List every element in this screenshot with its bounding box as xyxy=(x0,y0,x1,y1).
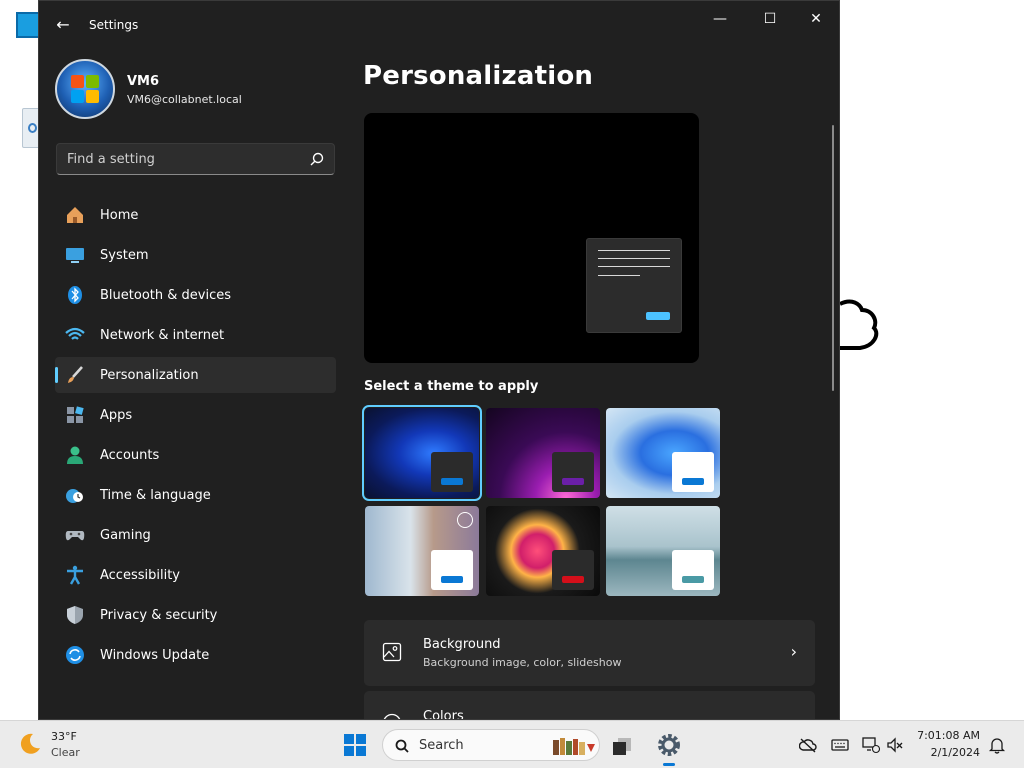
sidebar-item-label: Network & internet xyxy=(100,327,225,343)
sidebar-item-label: Home xyxy=(100,207,139,223)
bluetooth-icon xyxy=(68,286,82,304)
moon-icon[interactable] xyxy=(18,732,42,756)
windows-logo-icon xyxy=(71,75,99,103)
clock-date[interactable]: 2/1/2024 xyxy=(916,746,980,759)
task-view-button[interactable] xyxy=(606,729,638,761)
taskbar-settings-app[interactable] xyxy=(653,729,685,766)
keyboard-icon[interactable] xyxy=(831,736,849,754)
sidebar-item-gaming[interactable]: Gaming xyxy=(55,517,336,553)
page-title: Personalization xyxy=(363,61,594,91)
close-button[interactable]: ✕ xyxy=(793,5,839,33)
sidebar-item-time-language[interactable]: Time & language xyxy=(55,477,336,513)
search-highlight-books-icon xyxy=(553,738,595,755)
theme-windows-dark[interactable] xyxy=(362,405,482,501)
background-setting-card[interactable]: Background Background image, color, slid… xyxy=(364,620,815,686)
card-title: Colors xyxy=(423,709,464,720)
sidebar-nav: Home System Bluetooth & devices Network … xyxy=(55,197,336,677)
shield-icon xyxy=(67,606,83,624)
weather-temperature[interactable]: 33°F xyxy=(51,730,77,743)
sidebar-item-label: Accessibility xyxy=(100,567,180,583)
card-subtitle: Background image, color, slideshow xyxy=(423,656,622,669)
weather-condition[interactable]: Clear xyxy=(51,746,80,759)
search-icon[interactable] xyxy=(310,152,324,166)
themes-heading: Select a theme to apply xyxy=(364,379,539,394)
sidebar-item-network[interactable]: Network & internet xyxy=(55,317,336,353)
title-bar: ← Settings — ☐ ✕ xyxy=(39,1,839,49)
theme-flow[interactable] xyxy=(606,506,720,596)
sidebar-item-label: Accounts xyxy=(100,447,160,463)
sidebar-item-accessibility[interactable]: Accessibility xyxy=(55,557,336,593)
user-email: VM6@collabnet.local xyxy=(127,93,242,106)
sidebar-item-label: Privacy & security xyxy=(100,607,218,623)
person-icon xyxy=(67,446,83,464)
desktop-wallpaper-shape xyxy=(839,299,879,350)
card-title: Background xyxy=(423,637,501,652)
user-name: VM6 xyxy=(127,74,160,89)
colors-setting-card[interactable]: Colors xyxy=(364,691,815,720)
search-icon xyxy=(395,739,409,753)
notification-bell-icon[interactable] xyxy=(988,736,1006,754)
search-input[interactable] xyxy=(57,144,297,174)
slideshow-icon xyxy=(457,512,473,528)
theme-windows-light[interactable] xyxy=(606,408,720,498)
avatar[interactable] xyxy=(55,59,115,119)
gear-icon xyxy=(658,734,680,756)
sidebar-item-system[interactable]: System xyxy=(55,237,336,273)
palette-icon xyxy=(383,713,401,719)
sidebar-item-privacy-security[interactable]: Privacy & security xyxy=(55,597,336,633)
chevron-right-icon: › xyxy=(790,642,797,661)
update-icon xyxy=(66,646,84,664)
brush-icon xyxy=(68,366,83,383)
settings-search-box[interactable] xyxy=(56,143,335,175)
sidebar-item-label: Time & language xyxy=(100,487,211,503)
sidebar-item-label: Windows Update xyxy=(100,647,210,663)
sidebar-item-label: System xyxy=(100,247,149,263)
theme-glow[interactable] xyxy=(486,408,600,498)
home-icon xyxy=(67,207,83,223)
sidebar-item-accounts[interactable]: Accounts xyxy=(55,437,336,473)
system-icon xyxy=(66,248,84,263)
sidebar-item-label: Personalization xyxy=(100,367,199,383)
minimize-button[interactable]: — xyxy=(697,5,743,33)
sidebar-item-apps[interactable]: Apps xyxy=(55,397,336,433)
apps-icon xyxy=(67,406,84,423)
task-view-icon xyxy=(613,738,631,755)
onedrive-offline-icon[interactable] xyxy=(799,736,817,754)
preview-window xyxy=(586,238,682,333)
gamepad-icon xyxy=(65,531,85,541)
sidebar-item-label: Bluetooth & devices xyxy=(100,287,231,303)
back-button[interactable]: ← xyxy=(51,13,75,37)
network-disconnected-icon[interactable] xyxy=(862,736,880,754)
window-title: Settings xyxy=(89,18,139,32)
sidebar-item-bluetooth-devices[interactable]: Bluetooth & devices xyxy=(55,277,336,313)
theme-windows-spotlight[interactable] xyxy=(365,506,479,596)
maximize-button[interactable]: ☐ xyxy=(747,5,793,33)
accessibility-icon xyxy=(67,565,83,585)
clock-globe-icon xyxy=(66,489,83,503)
sidebar-item-windows-update[interactable]: Windows Update xyxy=(55,637,336,673)
clock-time[interactable]: 7:01:08 AM xyxy=(916,729,980,742)
taskbar-search[interactable]: Search xyxy=(382,729,600,761)
theme-preview xyxy=(364,113,699,363)
content-scrollbar[interactable] xyxy=(832,125,834,391)
sidebar-item-personalization[interactable]: Personalization xyxy=(55,357,336,393)
theme-captured-motion[interactable] xyxy=(486,506,600,596)
volume-muted-icon[interactable] xyxy=(886,736,904,754)
sidebar-item-label: Gaming xyxy=(100,527,151,543)
taskbar-search-label: Search xyxy=(419,738,464,753)
settings-window: ← Settings — ☐ ✕ VM6 VM6@collabnet.local… xyxy=(38,0,840,720)
sidebar-item-label: Apps xyxy=(100,407,133,423)
wifi-icon xyxy=(65,327,85,340)
taskbar: 33°F Clear Search 7:01:08 AM 2/1/2024 xyxy=(0,720,1024,768)
image-icon xyxy=(382,642,402,662)
sidebar-item-home[interactable]: Home xyxy=(55,197,336,233)
start-button[interactable] xyxy=(344,734,366,756)
